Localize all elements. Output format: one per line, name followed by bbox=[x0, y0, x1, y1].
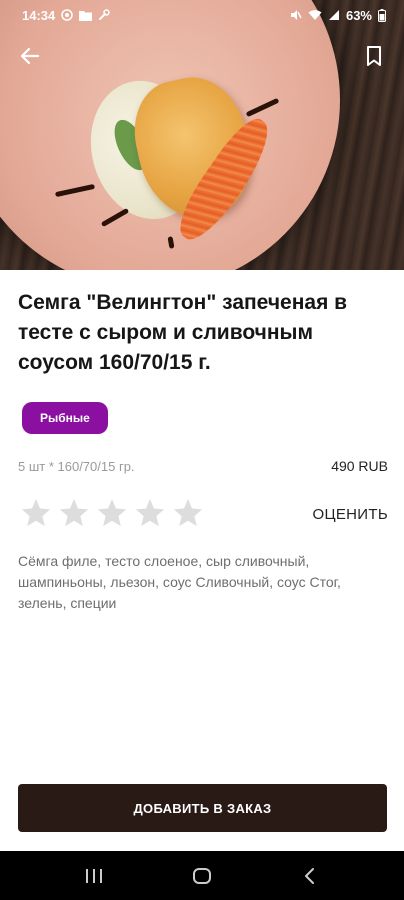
battery-percent: 63% bbox=[345, 7, 372, 23]
home-icon bbox=[193, 867, 211, 884]
portion-info: 5 шт * 160/70/15 гр. bbox=[18, 459, 135, 474]
star-icon[interactable] bbox=[96, 497, 128, 529]
signal-icon bbox=[328, 10, 339, 20]
ingredients-text: Сёмга филе, тесто слоеное, сыр сливочный… bbox=[18, 553, 341, 611]
price: 490 RUB bbox=[331, 458, 388, 474]
back-button[interactable] bbox=[14, 40, 46, 72]
dish-title: Семга "Велингтон" запеченая в тесте с сы… bbox=[18, 291, 348, 374]
star-icon[interactable] bbox=[134, 497, 166, 529]
recents-icon bbox=[86, 868, 102, 883]
folder-icon bbox=[79, 10, 93, 21]
star-icon[interactable] bbox=[20, 497, 52, 529]
wifi-icon bbox=[308, 10, 322, 20]
location-icon bbox=[61, 9, 73, 21]
back-icon bbox=[305, 867, 314, 884]
mute-icon bbox=[290, 10, 302, 20]
nav-back-button[interactable] bbox=[285, 856, 335, 896]
rate-button[interactable]: ОЦЕНИТЬ bbox=[313, 506, 389, 523]
bookmark-icon bbox=[367, 46, 381, 66]
add-to-order-button[interactable]: ДОБАВИТЬ В ЗАКАЗ bbox=[18, 784, 387, 832]
system-nav-bar bbox=[0, 851, 404, 900]
category-chip[interactable]: Рыбные bbox=[22, 402, 108, 434]
star-icon[interactable] bbox=[172, 497, 204, 529]
status-time: 14:34 bbox=[22, 7, 56, 23]
rating-stars bbox=[20, 497, 204, 529]
nav-home-button[interactable] bbox=[177, 856, 227, 896]
wrench-icon bbox=[99, 9, 110, 20]
dish-photo bbox=[0, 0, 404, 270]
status-bar: 14:34 63% bbox=[0, 0, 404, 30]
star-icon[interactable] bbox=[58, 497, 90, 529]
bookmark-button[interactable] bbox=[358, 40, 390, 72]
battery-icon bbox=[378, 8, 386, 22]
nav-recents-button[interactable] bbox=[69, 856, 119, 896]
arrow-back-icon bbox=[20, 47, 40, 65]
